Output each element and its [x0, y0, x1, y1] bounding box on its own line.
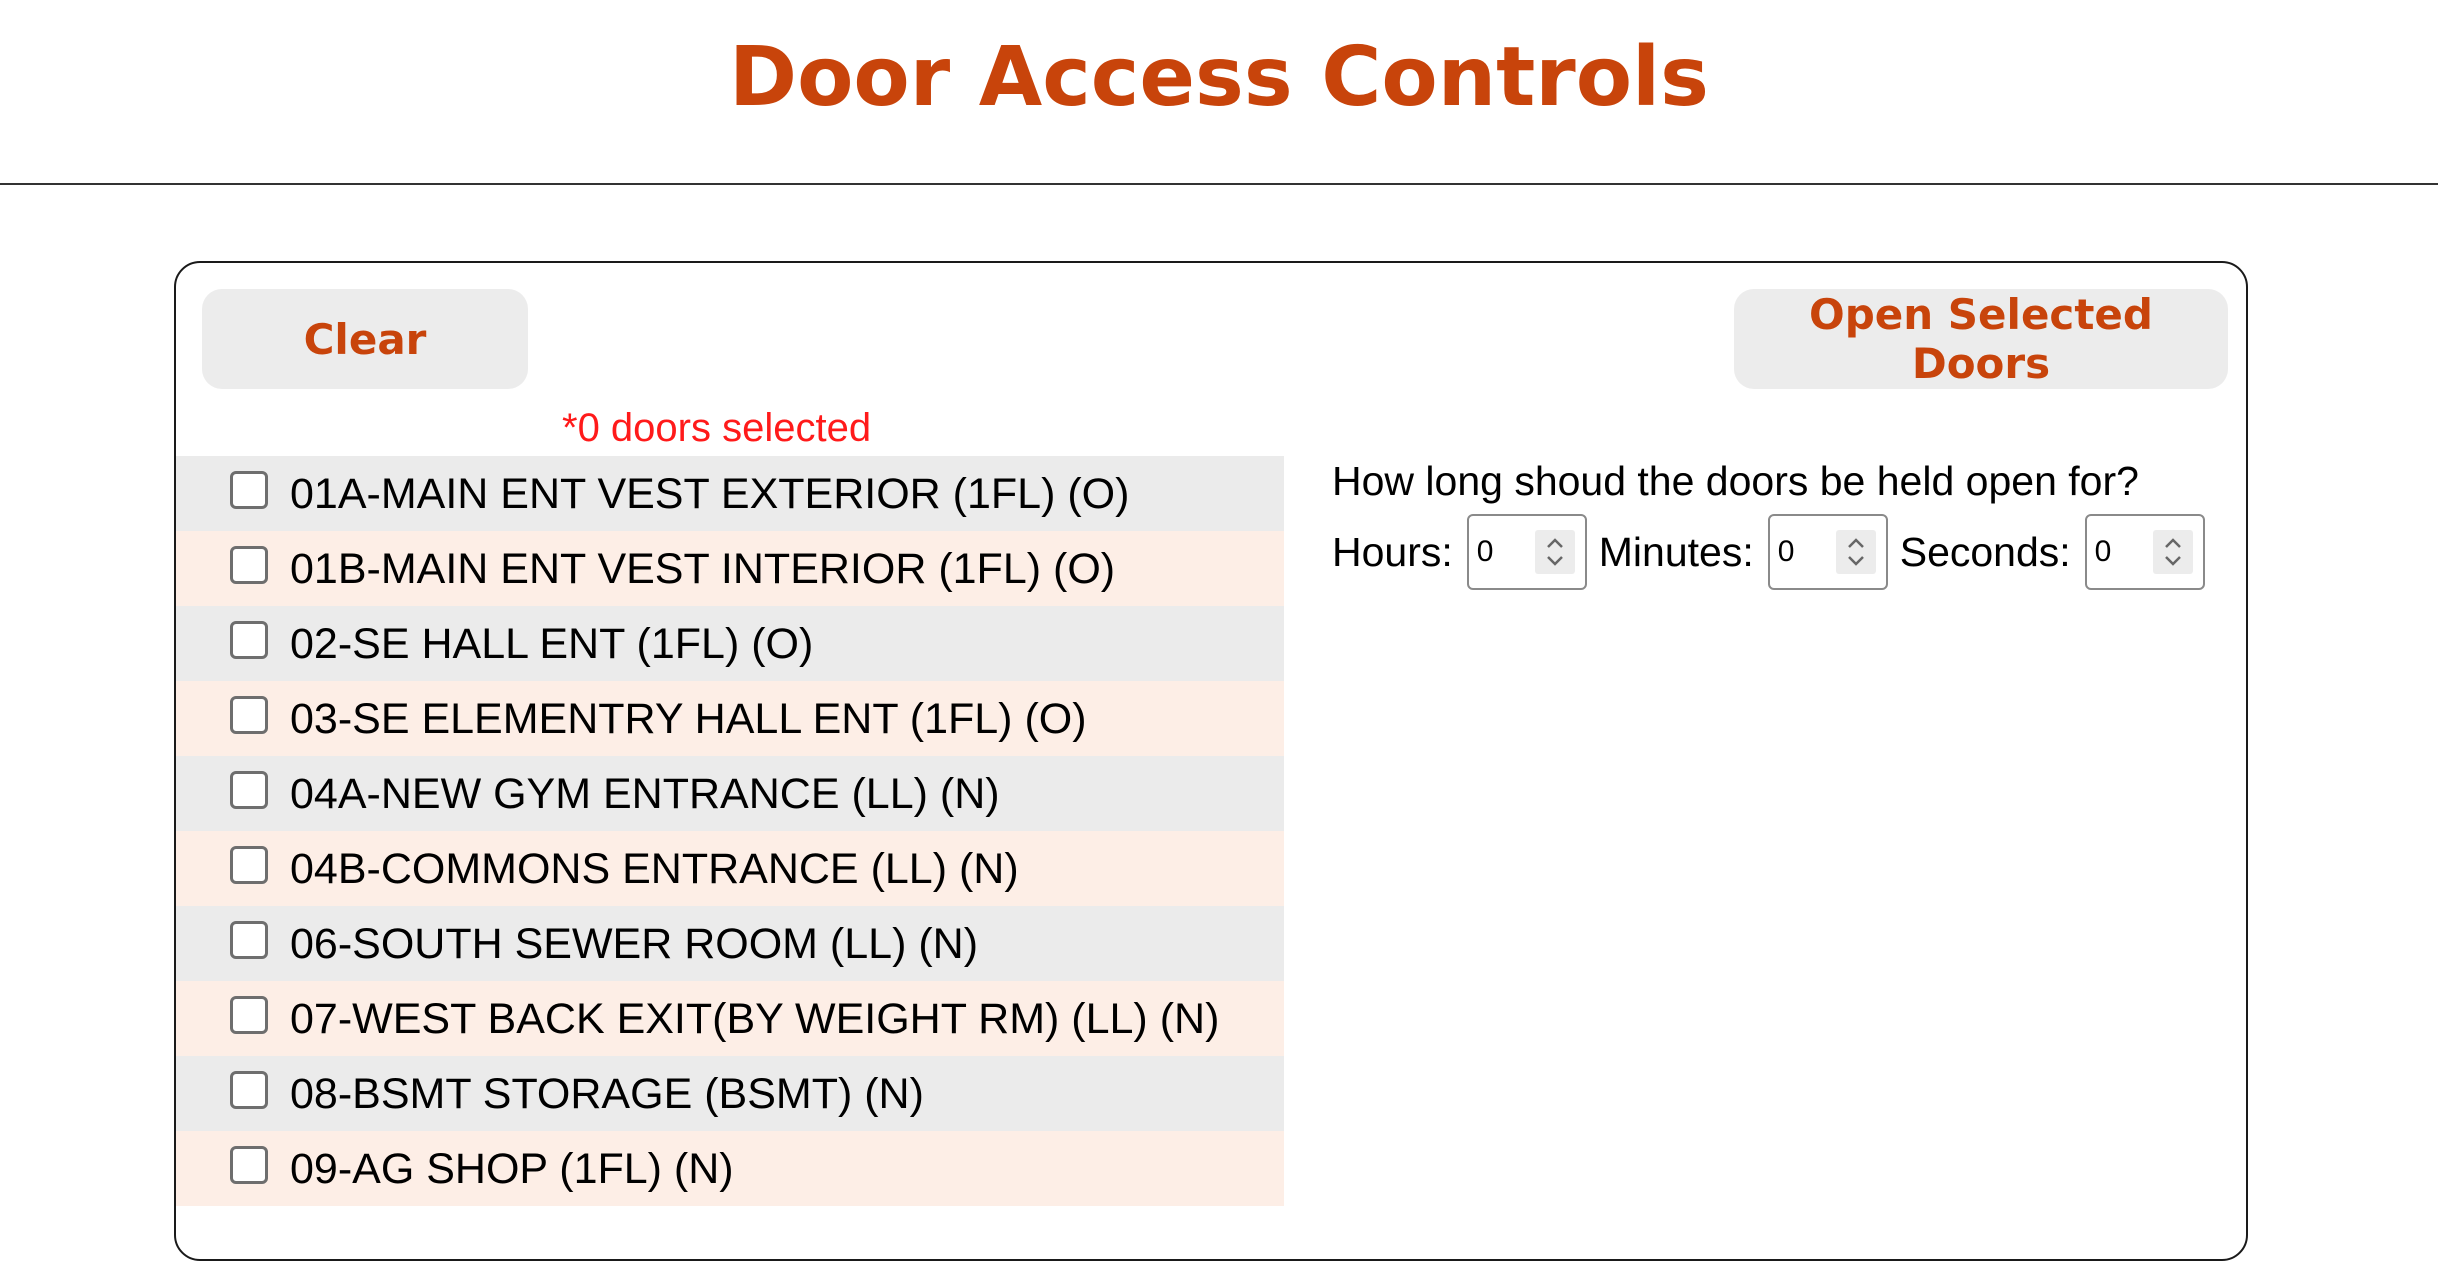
door-label[interactable]: 04A-NEW GYM ENTRANCE (LL) (N)	[290, 764, 1000, 824]
door-row[interactable]: 01B-MAIN ENT VEST INTERIOR (1FL) (O)	[176, 531, 1284, 606]
door-row[interactable]: 04A-NEW GYM ENTRANCE (LL) (N)	[176, 756, 1284, 831]
spinner-arrows-icon[interactable]	[2152, 530, 2193, 574]
seconds-value[interactable]: 0	[2095, 535, 2112, 569]
door-checkbox[interactable]	[230, 470, 268, 509]
hours-label: Hours:	[1332, 528, 1453, 575]
door-row[interactable]: 01A-MAIN ENT VEST EXTERIOR (1FL) (O)	[176, 456, 1284, 531]
hours-value[interactable]: 0	[1477, 535, 1494, 569]
door-checkbox[interactable]	[230, 695, 268, 734]
page-title: Door Access Controls	[729, 30, 1709, 125]
hold-open-question: How long shoud the doors be held open fo…	[1332, 458, 2139, 504]
door-row[interactable]: 06-SOUTH SEWER ROOM (LL) (N)	[176, 906, 1284, 981]
open-selected-doors-button[interactable]: Open Selected Doors	[1734, 289, 2228, 389]
door-checkbox[interactable]	[230, 770, 268, 809]
door-checkbox[interactable]	[230, 620, 268, 659]
door-label[interactable]: 01B-MAIN ENT VEST INTERIOR (1FL) (O)	[290, 539, 1115, 599]
door-checkbox[interactable]	[230, 995, 268, 1034]
door-label[interactable]: 09-AG SHOP (1FL) (N)	[290, 1139, 734, 1199]
door-panel: Clear Open Selected Doors *0 doors selec…	[174, 261, 2248, 1261]
door-label[interactable]: 06-SOUTH SEWER ROOM (LL) (N)	[290, 914, 978, 974]
hold-open-duration: Hours: 0 Minutes: 0 Seconds: 0	[1332, 514, 2217, 590]
clear-button[interactable]: Clear	[202, 289, 528, 389]
seconds-label: Seconds:	[1899, 528, 2071, 575]
minutes-stepper[interactable]: 0	[1767, 514, 1888, 590]
minutes-value[interactable]: 0	[1778, 535, 1795, 569]
spinner-arrows-icon[interactable]	[1534, 530, 1575, 574]
door-row[interactable]: 02-SE HALL ENT (1FL) (O)	[176, 606, 1284, 681]
door-row[interactable]: 04B-COMMONS ENTRANCE (LL) (N)	[176, 831, 1284, 906]
header-divider	[0, 183, 2438, 185]
door-checkbox[interactable]	[230, 1145, 268, 1184]
minutes-label: Minutes:	[1598, 528, 1754, 575]
door-checkbox[interactable]	[230, 845, 268, 884]
door-label[interactable]: 03-SE ELEMENTRY HALL ENT (1FL) (O)	[290, 689, 1087, 749]
door-checkbox[interactable]	[230, 1070, 268, 1109]
seconds-stepper[interactable]: 0	[2084, 514, 2205, 590]
door-row[interactable]: 09-AG SHOP (1FL) (N)	[176, 1131, 1284, 1206]
spinner-arrows-icon[interactable]	[1835, 530, 1876, 574]
door-label[interactable]: 02-SE HALL ENT (1FL) (O)	[290, 614, 813, 674]
door-label[interactable]: 01A-MAIN ENT VEST EXTERIOR (1FL) (O)	[290, 464, 1129, 524]
door-label[interactable]: 07-WEST BACK EXIT(BY WEIGHT RM) (LL) (N)	[290, 989, 1219, 1049]
door-row[interactable]: 08-BSMT STORAGE (BSMT) (N)	[176, 1056, 1284, 1131]
door-checkbox[interactable]	[230, 545, 268, 584]
selected-count-text: *0 doors selected	[562, 406, 872, 450]
door-label[interactable]: 08-BSMT STORAGE (BSMT) (N)	[290, 1064, 924, 1124]
door-checkbox[interactable]	[230, 920, 268, 959]
door-label[interactable]: 04B-COMMONS ENTRANCE (LL) (N)	[290, 839, 1019, 899]
door-row[interactable]: 07-WEST BACK EXIT(BY WEIGHT RM) (LL) (N)	[176, 981, 1284, 1056]
door-row[interactable]: 03-SE ELEMENTRY HALL ENT (1FL) (O)	[176, 681, 1284, 756]
door-list: 01A-MAIN ENT VEST EXTERIOR (1FL) (O) 01B…	[176, 456, 1284, 1206]
hours-stepper[interactable]: 0	[1466, 514, 1587, 590]
